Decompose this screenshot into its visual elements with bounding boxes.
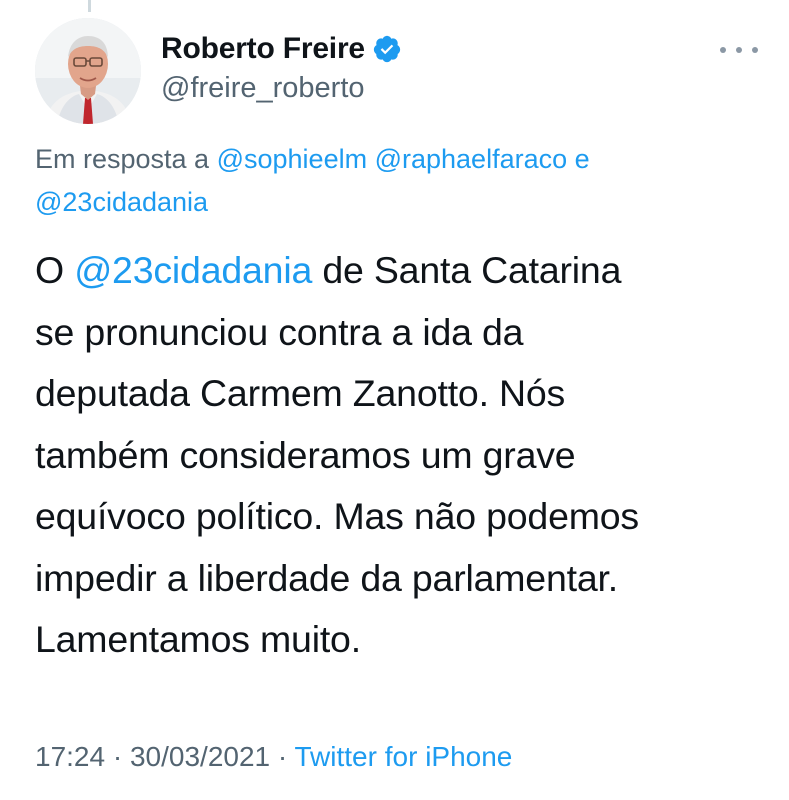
tweet-meta: 17:24 · 30/03/2021 · Twitter for iPhone: [35, 741, 512, 773]
author-handle[interactable]: @freire_roberto: [161, 72, 402, 105]
more-options-icon[interactable]: [720, 38, 758, 62]
meta-separator: ·: [105, 741, 130, 772]
reply-mention-raphaelfaraco[interactable]: @raphaelfaraco: [375, 144, 568, 174]
tweet-text-segment: de Santa Catarina: [312, 249, 622, 291]
tweet-text-line: O @23cidadania de Santa Catarina: [35, 240, 765, 302]
text-mention-23cidadania[interactable]: @23cidadania: [74, 249, 312, 291]
tweet-text-line: impedir a liberdade da parlamentar.: [35, 556, 618, 599]
tweet-text-line: também consideramos um grave: [35, 433, 576, 476]
author-name[interactable]: Roberto Freire: [161, 32, 365, 66]
avatar-photo: [35, 18, 141, 124]
reply-conjunction[interactable]: e: [575, 144, 590, 174]
tweet-time[interactable]: 17:24: [35, 741, 105, 772]
reply-mention-23cidadania[interactable]: @23cidadania: [35, 187, 208, 217]
tweet-text-segment: O: [35, 249, 75, 291]
author-name-row: Roberto Freire: [161, 30, 402, 68]
dot-icon: [720, 47, 726, 53]
tweet-text-line: deputada Carmem Zanotto. Nós: [35, 372, 566, 414]
avatar[interactable]: [35, 18, 141, 124]
verified-badge-icon: [372, 34, 402, 64]
tweet-text: O @23cidadania de Santa Catarina se pron…: [35, 240, 765, 671]
tweet-text-line: equívoco político. Mas não podemos: [35, 495, 639, 537]
tweet-detail: Roberto Freire @freire_roberto Em respos…: [0, 0, 789, 800]
reply-mention-sophieelm[interactable]: @sophieelm: [217, 144, 367, 174]
meta-separator: ·: [270, 741, 295, 772]
tweet-text-line: Lamentamos muito.: [35, 618, 361, 660]
tweet-source-link[interactable]: Twitter for iPhone: [295, 741, 513, 772]
reply-context: Em resposta a @sophieelm @raphaelfaraco …: [35, 138, 735, 224]
dot-icon: [736, 47, 742, 53]
author-block[interactable]: Roberto Freire @freire_roberto: [161, 30, 402, 105]
tweet-date[interactable]: 30/03/2021: [130, 741, 270, 772]
dot-icon: [752, 47, 758, 53]
reply-prefix: Em resposta a: [35, 144, 210, 174]
tweet-text-line: se pronunciou contra a ida da: [35, 310, 524, 353]
